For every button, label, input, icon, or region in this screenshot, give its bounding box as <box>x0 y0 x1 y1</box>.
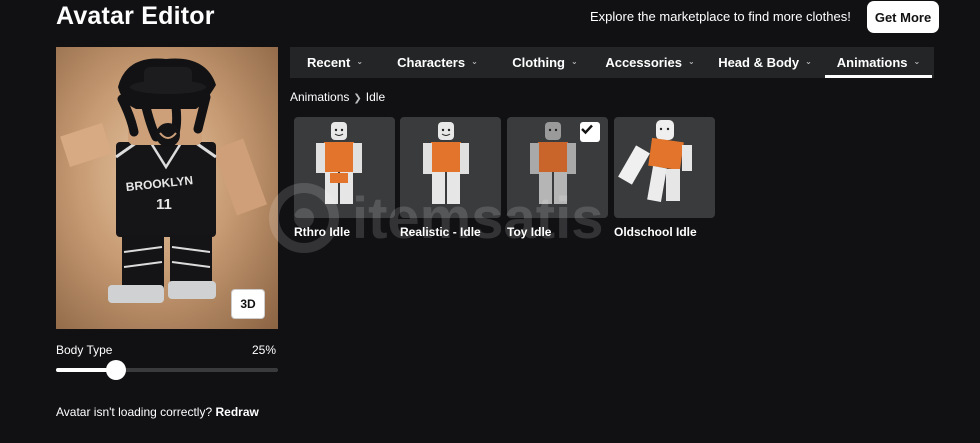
breadcrumb-parent[interactable]: Animations <box>290 90 349 104</box>
item-card[interactable]: Oldschool Idle <box>614 117 715 239</box>
tab-label: Characters <box>397 55 466 70</box>
slider-thumb[interactable] <box>106 360 126 380</box>
item-label: Oldschool Idle <box>614 225 697 239</box>
item-card[interactable]: Rthro Idle <box>294 117 395 239</box>
item-label: Toy Idle <box>507 225 552 239</box>
tab-characters[interactable]: Characters ⌄ <box>380 47 495 78</box>
item-thumbnail <box>614 117 715 218</box>
tab-label: Recent <box>306 55 351 70</box>
tab-head-body[interactable]: Head & Body ⌄ <box>705 47 825 78</box>
chevron-down-icon: ⌄ <box>356 57 364 66</box>
breadcrumb: Animations ❯ Idle <box>290 90 385 104</box>
category-tabs: Recent ⌄ Characters ⌄ Clothing ⌄ Accessorie… <box>290 47 934 78</box>
tab-label: Animations <box>836 55 908 70</box>
marketplace-prompt: Explore the marketplace to find more clo… <box>590 9 851 24</box>
view-3d-toggle[interactable]: 3D <box>232 290 264 318</box>
chevron-right-icon: ❯ <box>353 93 362 104</box>
item-card[interactable]: Realistic - Idle <box>400 117 501 239</box>
chevron-down-icon: ⌄ <box>571 57 578 66</box>
body-type-value: 25% <box>252 343 277 357</box>
chevron-down-icon: ⌄ <box>805 57 812 66</box>
redraw-notice: Avatar isn't loading correctly? Redraw <box>56 405 259 419</box>
tab-label: Clothing <box>512 55 565 70</box>
item-thumbnail <box>400 117 501 218</box>
tab-recent[interactable]: Recent ⌄ <box>290 47 380 78</box>
item-label: Rthro Idle <box>294 225 350 239</box>
breadcrumb-current: Idle <box>365 90 386 104</box>
chevron-down-icon: ⌄ <box>471 57 478 66</box>
body-type-slider[interactable] <box>56 360 278 380</box>
avatar-preview[interactable]: BROOKLYN 11 3D <box>56 47 278 329</box>
chevron-down-icon: ⌄ <box>913 57 921 66</box>
selected-check-icon <box>580 122 600 142</box>
get-more-button[interactable]: Get More <box>867 1 939 33</box>
chevron-down-icon: ⌄ <box>687 57 695 66</box>
svg-text:11: 11 <box>156 196 172 213</box>
redraw-prompt: Avatar isn't loading correctly? <box>56 405 213 419</box>
item-thumbnail <box>507 117 608 218</box>
tab-label: Accessories <box>605 55 682 70</box>
item-thumbnail <box>294 117 395 218</box>
page-title: Avatar Editor <box>56 2 215 30</box>
tab-animations[interactable]: Animations ⌄ <box>825 47 932 78</box>
item-card[interactable]: Toy Idle <box>507 117 608 239</box>
tab-label: Head & Body <box>718 55 800 70</box>
tab-accessories[interactable]: Accessories ⌄ <box>595 47 705 78</box>
item-label: Realistic - Idle <box>400 225 481 239</box>
tab-clothing[interactable]: Clothing ⌄ <box>495 47 595 78</box>
body-type-label: Body Type <box>56 343 113 357</box>
redraw-link[interactable]: Redraw <box>216 405 259 419</box>
avatar-figure: BROOKLYN 11 <box>60 58 268 303</box>
